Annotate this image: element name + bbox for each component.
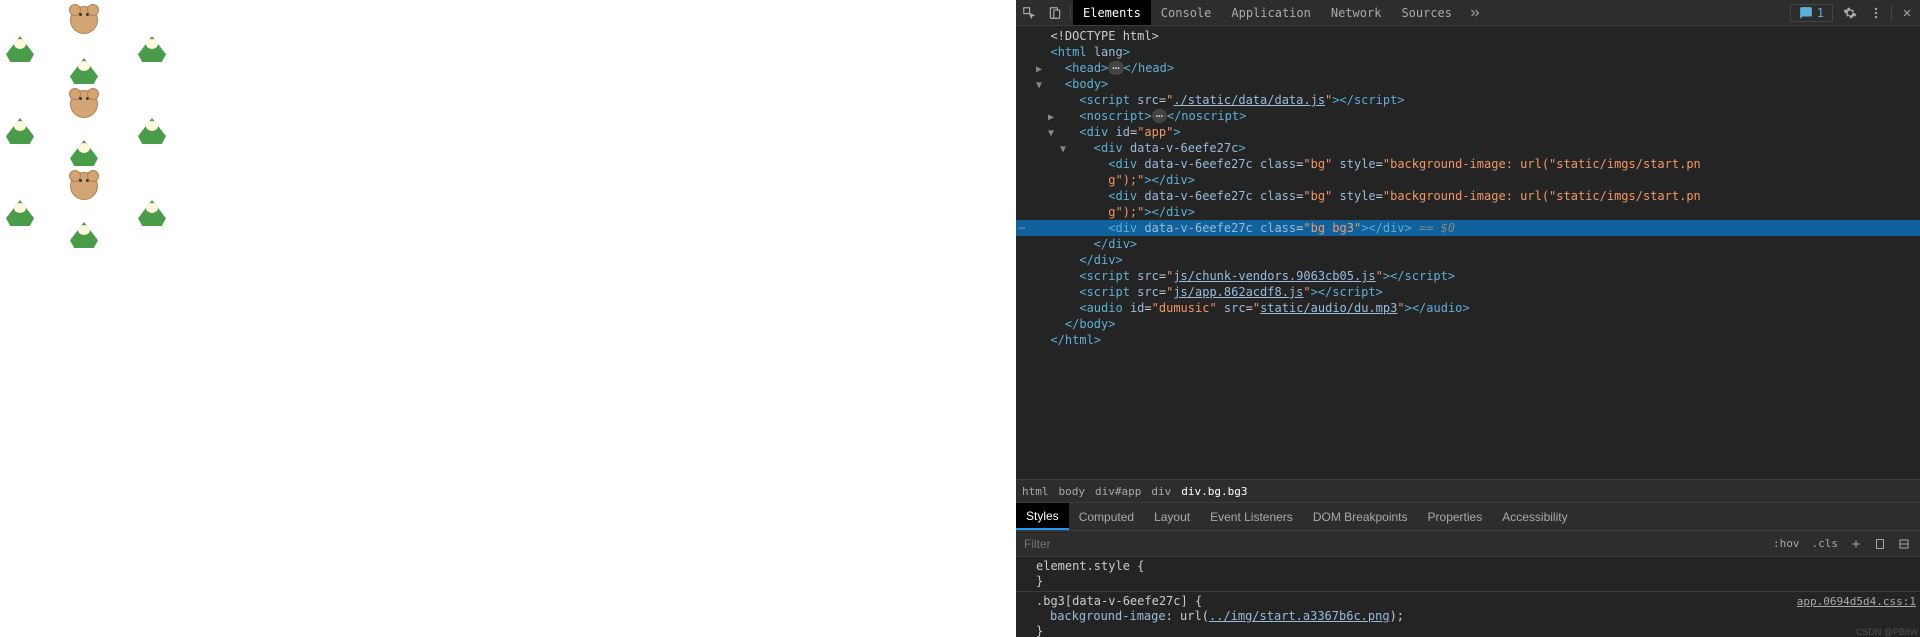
tab-network[interactable]: Network <box>1321 0 1392 25</box>
zong-sprite <box>70 58 98 84</box>
zong-sprite <box>6 118 34 144</box>
devtools-toolbar: Elements Console Application Network Sou… <box>1016 0 1920 26</box>
rule-bg3[interactable]: app.0694d5d4.css:1 .bg3[data-v-6eefe27c]… <box>1016 592 1920 637</box>
dom-html-close[interactable]: </html> <box>1016 332 1920 348</box>
feedback-button[interactable]: 1 <box>1790 4 1833 22</box>
dom-vdiv[interactable]: ▼ <div data-v-6eefe27c> <box>1016 140 1920 156</box>
computed-toggle-icon[interactable] <box>1892 535 1916 553</box>
dom-app-close[interactable]: </div> <box>1016 252 1920 268</box>
zong-sprite <box>138 200 166 226</box>
dom-vdiv-close[interactable]: </div> <box>1016 236 1920 252</box>
crumb-body[interactable]: body <box>1059 485 1086 498</box>
dom-body-open[interactable]: ▼ <body> <box>1016 76 1920 92</box>
device-mode-icon[interactable] <box>1868 535 1892 553</box>
inspect-icon[interactable] <box>1016 0 1042 26</box>
subtab-computed[interactable]: Computed <box>1069 503 1144 530</box>
hov-toggle[interactable]: :hov <box>1767 535 1806 553</box>
cls-toggle[interactable]: .cls <box>1806 535 1845 553</box>
dom-bg2-cont[interactable]: g");"></div> <box>1016 204 1920 220</box>
bear-sprite <box>70 6 98 34</box>
subtab-properties[interactable]: Properties <box>1418 503 1493 530</box>
dom-head[interactable]: ▶ <head>⋯</head> <box>1016 60 1920 76</box>
crumb-app[interactable]: div#app <box>1095 485 1141 498</box>
zong-sprite <box>138 118 166 144</box>
devtools-panel: Elements Console Application Network Sou… <box>1016 0 1920 637</box>
close-devtools-icon[interactable] <box>1894 0 1920 26</box>
crumb-div[interactable]: div <box>1151 485 1171 498</box>
tab-application[interactable]: Application <box>1221 0 1320 25</box>
dom-app[interactable]: ▼ <div id="app"> <box>1016 124 1920 140</box>
new-rule-icon[interactable] <box>1844 535 1868 553</box>
dom-audio[interactable]: <audio id="dumusic" src="static/audio/du… <box>1016 300 1920 316</box>
styles-tabs: Styles Computed Layout Event Listeners D… <box>1016 503 1920 531</box>
rule-element-style[interactable]: element.style {} <box>1016 557 1920 592</box>
tab-elements[interactable]: Elements <box>1073 0 1151 25</box>
device-toggle-icon[interactable] <box>1042 0 1068 26</box>
subtab-accessibility[interactable]: Accessibility <box>1492 503 1577 530</box>
subtab-listeners[interactable]: Event Listeners <box>1200 503 1303 530</box>
dom-script-data[interactable]: <script src="./static/data/data.js"></sc… <box>1016 92 1920 108</box>
tab-sources[interactable]: Sources <box>1391 0 1462 25</box>
styles-filter-input[interactable] <box>1020 537 1767 551</box>
crumb-html[interactable]: html <box>1022 485 1049 498</box>
dom-script-vendors[interactable]: <script src="js/chunk-vendors.9063cb05.j… <box>1016 268 1920 284</box>
devtools-tabs: Elements Console Application Network Sou… <box>1073 0 1488 25</box>
kebab-menu-icon[interactable] <box>1863 0 1889 26</box>
subtab-layout[interactable]: Layout <box>1144 503 1200 530</box>
dom-body-close[interactable]: </body> <box>1016 316 1920 332</box>
crumb-bg3[interactable]: div.bg.bg3 <box>1181 485 1247 498</box>
dom-noscript[interactable]: ▶ <noscript>⋯</noscript> <box>1016 108 1920 124</box>
dom-doctype[interactable]: <!DOCTYPE html> <box>1016 28 1920 44</box>
zong-sprite <box>6 200 34 226</box>
subtab-dombp[interactable]: DOM Breakpoints <box>1303 503 1418 530</box>
dom-bg3-selected[interactable]: ⋯ <div data-v-6eefe27c class="bg bg3"></… <box>1016 220 1920 236</box>
dom-bg1-cont[interactable]: g");"></div> <box>1016 172 1920 188</box>
zong-sprite <box>70 140 98 166</box>
zong-sprite <box>138 36 166 62</box>
more-tabs-icon[interactable] <box>1462 0 1488 26</box>
tab-console[interactable]: Console <box>1151 0 1222 25</box>
dom-bg1[interactable]: <div data-v-6eefe27c class="bg" style="b… <box>1016 156 1920 172</box>
dom-bg2[interactable]: <div data-v-6eefe27c class="bg" style="b… <box>1016 188 1920 204</box>
bear-sprite <box>70 172 98 200</box>
bear-sprite <box>70 90 98 118</box>
zong-sprite <box>6 36 34 62</box>
styles-filter-row: :hov .cls <box>1016 531 1920 557</box>
breadcrumb: html body div#app div div.bg.bg3 <box>1016 479 1920 503</box>
rule-source-link[interactable]: app.0694d5d4.css:1 <box>1797 594 1916 609</box>
styles-rules[interactable]: element.style {} app.0694d5d4.css:1 .bg3… <box>1016 557 1920 637</box>
feedback-count: 1 <box>1817 6 1824 20</box>
page-viewport[interactable] <box>0 0 1016 637</box>
dom-tree[interactable]: <!DOCTYPE html> <html lang> ▶ <head>⋯</h… <box>1016 26 1920 479</box>
dom-script-app[interactable]: <script src="js/app.862acdf8.js"></scrip… <box>1016 284 1920 300</box>
sprite-layer <box>0 0 1000 637</box>
dom-html-open[interactable]: <html lang> <box>1016 44 1920 60</box>
settings-icon[interactable] <box>1837 0 1863 26</box>
zong-sprite <box>70 222 98 248</box>
subtab-styles[interactable]: Styles <box>1016 503 1069 530</box>
